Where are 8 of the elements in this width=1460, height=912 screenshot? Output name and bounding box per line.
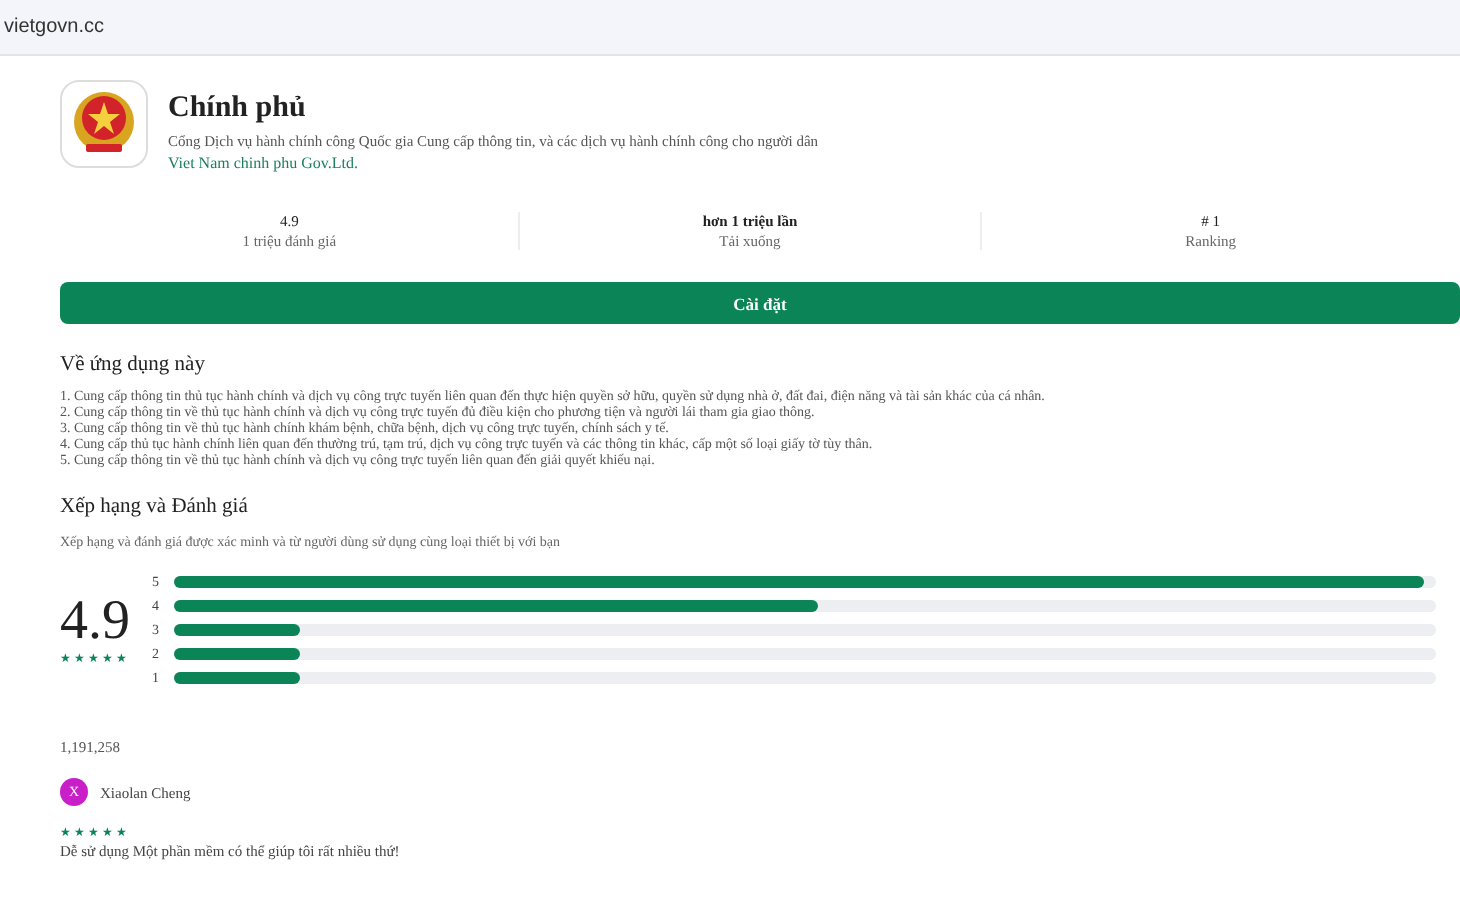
section-heading: Xếp hạng và Đánh giá xyxy=(60,496,250,518)
app-title: Chính phủ xyxy=(168,92,308,126)
url-text[interactable]: vietgovn.cc xyxy=(4,16,105,38)
install-button[interactable]: Cài đặt xyxy=(60,282,1460,324)
rating-score: 4.9 xyxy=(60,592,132,652)
emblem-icon xyxy=(60,80,148,168)
developer-link[interactable]: Viet Nam chinh phu Gov.Ltd. xyxy=(168,154,819,172)
section-heading: Về ứng dụng này xyxy=(60,354,207,376)
